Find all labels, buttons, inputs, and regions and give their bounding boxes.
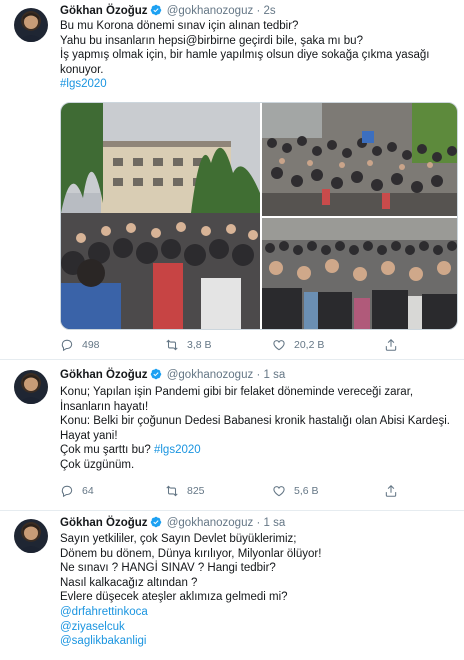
- tweet-line: Sayın yetkililer, çok Sayın Devlet büyük…: [60, 533, 297, 545]
- tweet-2[interactable]: Gökhan Özoğuz @gokhanozoguz · 1 sa Konu;…: [0, 360, 464, 510]
- verified-badge-icon: [150, 516, 162, 532]
- verified-badge-icon: [150, 4, 162, 20]
- like-button[interactable]: 5,6 B: [272, 484, 319, 498]
- tweet-line: İnsanların hayatı!: [60, 400, 149, 413]
- tweet-line: İş yapmış olmak için, bir hamle yapılmış…: [60, 49, 430, 62]
- reply-count: 498: [82, 339, 100, 351]
- retweet-count: 3,8 B: [187, 339, 212, 351]
- tweet-line: Dönem bu dönem, Dünya kırılıyor, Milyonl…: [60, 547, 322, 560]
- separator-dot: ·: [256, 517, 261, 529]
- share-button[interactable]: [384, 484, 398, 498]
- heart-icon: [273, 486, 285, 497]
- like-button[interactable]: 20,2 B: [272, 338, 324, 352]
- tweet-3[interactable]: Gökhan Özoğuz @gokhanozoguz · 1 sa Sayın…: [0, 511, 464, 660]
- like-count: 20,2 B: [294, 339, 325, 351]
- display-name[interactable]: Gökhan Özoğuz: [60, 5, 148, 17]
- reply-icon: [61, 485, 73, 498]
- media-grid[interactable]: [60, 102, 458, 330]
- tweet-header: Gökhan Özoğuz @gokhanozoguz · 1 sa: [60, 516, 285, 532]
- share-icon: [385, 485, 397, 497]
- tweet-line: konuyor.: [60, 63, 104, 76]
- tweet-1[interactable]: Gökhan Özoğuz @gokhanozoguz · 2s Bu mu K…: [0, 0, 464, 360]
- mention-link[interactable]: @saglikbakanligi: [60, 635, 146, 647]
- tweet-actions: 498 3,8 B 20,2 B: [60, 338, 450, 354]
- share-icon: [385, 339, 397, 351]
- tweet-text: Konu; Yapılan işin Pandemi gibi bir fela…: [60, 385, 456, 473]
- share-button[interactable]: [384, 338, 398, 352]
- crowd-photo-2[interactable]: [262, 103, 457, 216]
- crowd-photo-1[interactable]: [61, 103, 260, 329]
- display-name[interactable]: Gökhan Özoğuz: [60, 517, 148, 529]
- tweet-line: Çok üzgünüm.: [60, 458, 135, 471]
- avatar[interactable]: [14, 8, 48, 42]
- tweet-header: Gökhan Özoğuz @gokhanozoguz · 1 sa: [60, 368, 285, 384]
- retweet-icon: [166, 485, 178, 497]
- mention-link[interactable]: @drfahrettinkoca: [60, 606, 148, 618]
- mention-link[interactable]: @ziyaselcuk: [60, 621, 125, 633]
- retweet-button[interactable]: 3,8 B: [165, 338, 212, 352]
- heart-icon: [273, 340, 285, 351]
- tweet-line: Hayat yani!: [60, 429, 118, 442]
- separator-dot: ·: [256, 369, 261, 381]
- tweet-line: Bu mu Korona dönemi sınav için alınan te…: [60, 20, 299, 32]
- reply-count: 64: [82, 485, 94, 497]
- tweet-line: Nasıl kalkacağız altından ?: [60, 576, 198, 589]
- avatar[interactable]: [14, 519, 48, 553]
- avatar[interactable]: [14, 370, 48, 404]
- tweet-header: Gökhan Özoğuz @gokhanozoguz · 2s: [60, 4, 276, 20]
- username-handle[interactable]: @gokhanozoguz: [167, 369, 254, 381]
- verified-badge-icon: [150, 368, 162, 384]
- timestamp[interactable]: 1 sa: [263, 369, 285, 381]
- tweet-line: Ne sınavı ? HANGİ SINAV ? Hangi tedbir?: [60, 562, 276, 575]
- crowd-photo-3[interactable]: [262, 218, 457, 329]
- tweet-line: Konu; Yapılan işin Pandemi gibi bir fela…: [60, 386, 414, 398]
- tweet-line: Çok mu şarttı bu?: [60, 444, 154, 457]
- reply-icon: [61, 339, 73, 352]
- timestamp[interactable]: 2s: [263, 5, 275, 17]
- separator-dot: ·: [256, 5, 261, 17]
- tweet-line: Yahu bu insanların hepsi@birbirne geçird…: [60, 34, 363, 47]
- tweet-actions: 64 825 5,6 B: [60, 484, 450, 500]
- tweet-line: Konu: Belki bir çoğunun Dedesi Babanesi …: [60, 415, 450, 428]
- like-count: 5,6 B: [294, 485, 319, 497]
- retweet-icon: [166, 339, 178, 351]
- reply-button[interactable]: 64: [60, 484, 94, 498]
- username-handle[interactable]: @gokhanozoguz: [167, 517, 254, 529]
- retweet-count: 825: [187, 485, 205, 497]
- retweet-button[interactable]: 825: [165, 484, 205, 498]
- username-handle[interactable]: @gokhanozoguz: [167, 5, 254, 17]
- tweet-line: Evlere düşecek ateşler aklımıza gelmedi …: [60, 591, 288, 604]
- display-name[interactable]: Gökhan Özoğuz: [60, 369, 148, 381]
- hashtag-link[interactable]: #lgs2020: [60, 78, 107, 90]
- tweet-text: Bu mu Korona dönemi sınav için alınan te…: [60, 19, 456, 92]
- tweet-text: Sayın yetkililer, çok Sayın Devlet büyük…: [60, 532, 456, 649]
- hashtag-link[interactable]: #lgs2020: [154, 444, 201, 456]
- reply-button[interactable]: 498: [60, 338, 100, 352]
- timestamp[interactable]: 1 sa: [263, 517, 285, 529]
